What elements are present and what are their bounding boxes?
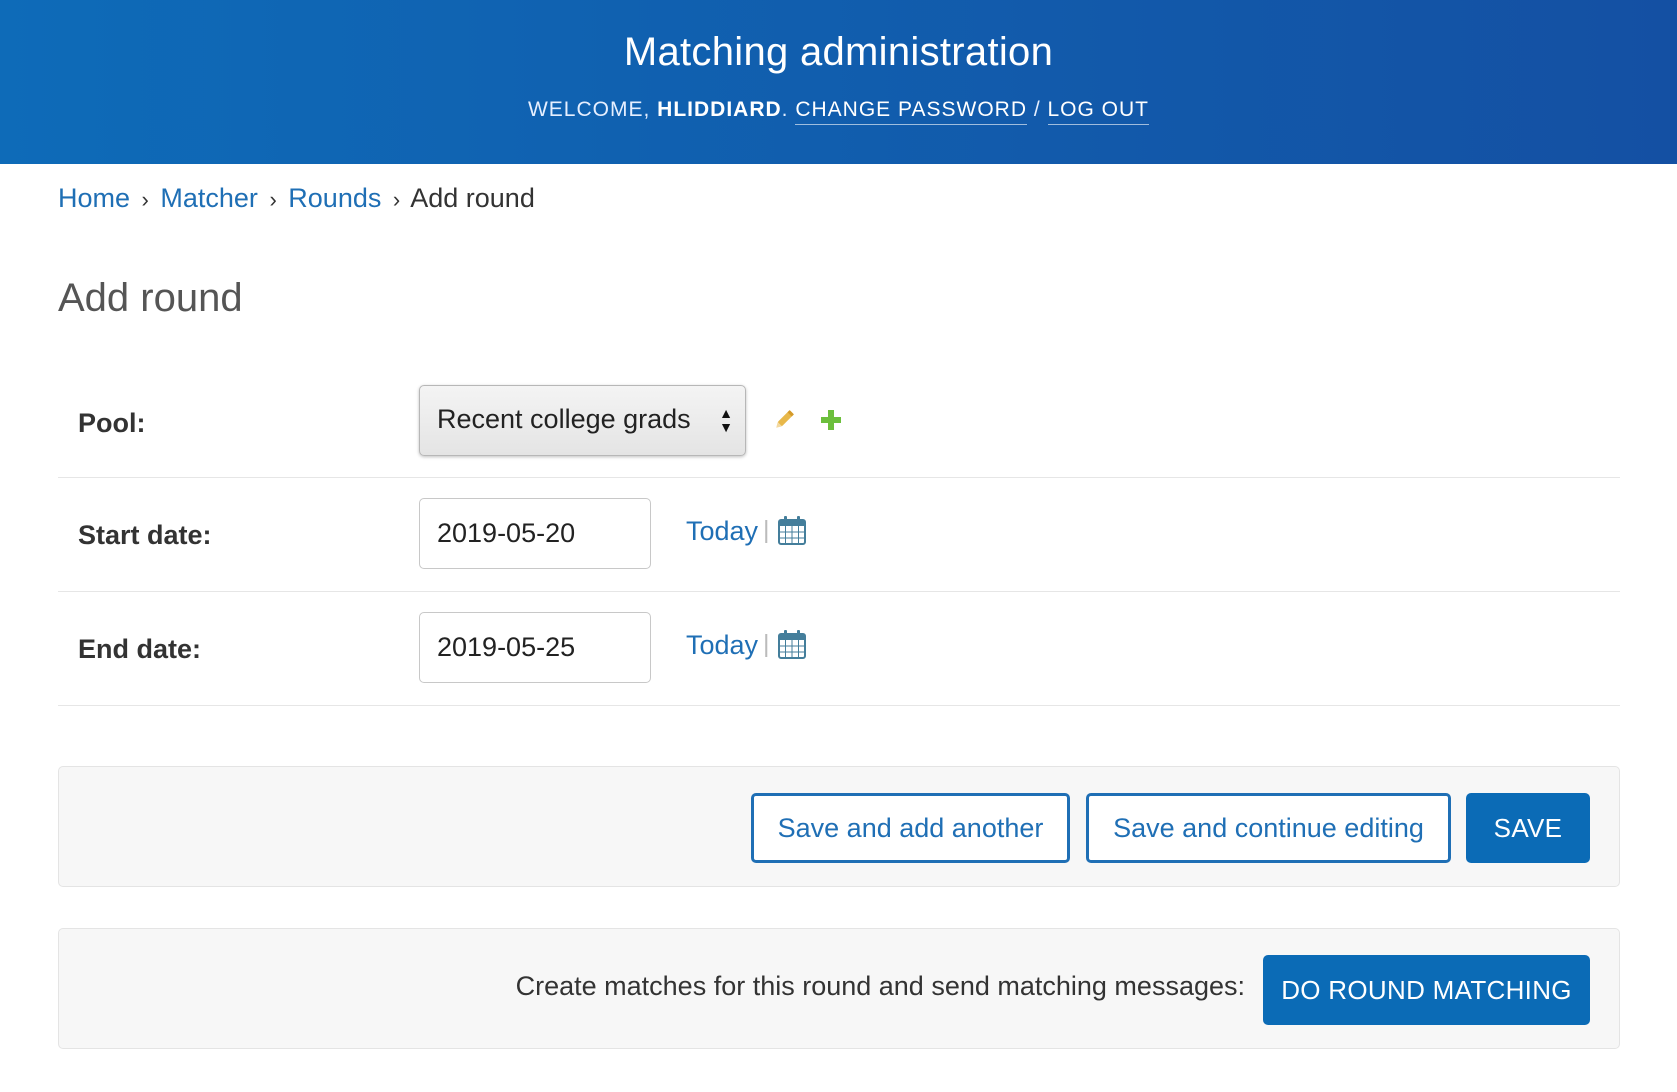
breadcrumb-home[interactable]: Home [58,183,130,213]
start-date-label: Start date: [78,520,212,550]
save-and-continue-button[interactable]: Save and continue editing [1086,793,1451,863]
breadcrumb-separator: › [141,187,149,212]
pencil-icon[interactable] [771,407,797,433]
header: Matching administration WELCOME, HLIDDIA… [0,0,1677,164]
user-tools: WELCOME, HLIDDIARD. CHANGE PASSWORD / LO… [0,98,1677,125]
plus-icon[interactable] [818,407,844,433]
welcome-text: WELCOME, [527,98,658,121]
log-out-link[interactable]: LOG OUT [1047,98,1150,125]
breadcrumb-matcher[interactable]: Matcher [160,183,258,213]
breadcrumb-separator: › [269,187,277,212]
end-date-input[interactable] [419,612,651,683]
do-round-matching-button[interactable]: DO ROUND MATCHING [1263,955,1590,1025]
matching-description: Create matches for this round and send m… [515,971,1245,1001]
end-date-label: End date: [78,634,202,664]
welcome-dot: . [781,98,796,121]
username: HLIDDIARD [657,98,782,121]
form-row-pool: Pool: Recent college grads ▲ ▼ [58,370,1620,478]
end-date-separator: | [763,630,770,658]
site-title: Matching administration [623,30,1054,74]
form-row-start-date: Start date: Today | [58,478,1620,592]
form-row-end-date: End date: Today | [58,592,1620,706]
start-date-input[interactable] [419,498,651,569]
breadcrumb-current: Add round [410,183,535,213]
breadcrumb: Home › Matcher › Rounds › Add round [58,183,535,214]
change-password-link[interactable]: CHANGE PASSWORD [795,98,1027,125]
page-title: Add round [58,276,243,320]
user-tools-divider: / [1026,98,1048,121]
pool-select[interactable]: Recent college grads ▲ ▼ [419,385,746,456]
calendar-icon[interactable] [776,514,808,546]
start-date-separator: | [763,516,770,544]
save-and-add-another-button[interactable]: Save and add another [751,793,1070,863]
calendar-icon[interactable] [776,628,808,660]
breadcrumb-rounds[interactable]: Rounds [288,183,381,213]
start-date-today-link[interactable]: Today [686,516,758,547]
pool-select-value: Recent college grads [437,404,691,434]
matching-row: Create matches for this round and send m… [58,928,1620,1049]
pool-label: Pool: [78,408,146,438]
submit-row: Save and add another Save and continue e… [58,766,1620,887]
end-date-today-link[interactable]: Today [686,630,758,661]
save-button[interactable]: SAVE [1466,793,1590,863]
breadcrumb-separator: › [392,187,401,212]
select-arrows-icon: ▲ ▼ [719,405,733,435]
